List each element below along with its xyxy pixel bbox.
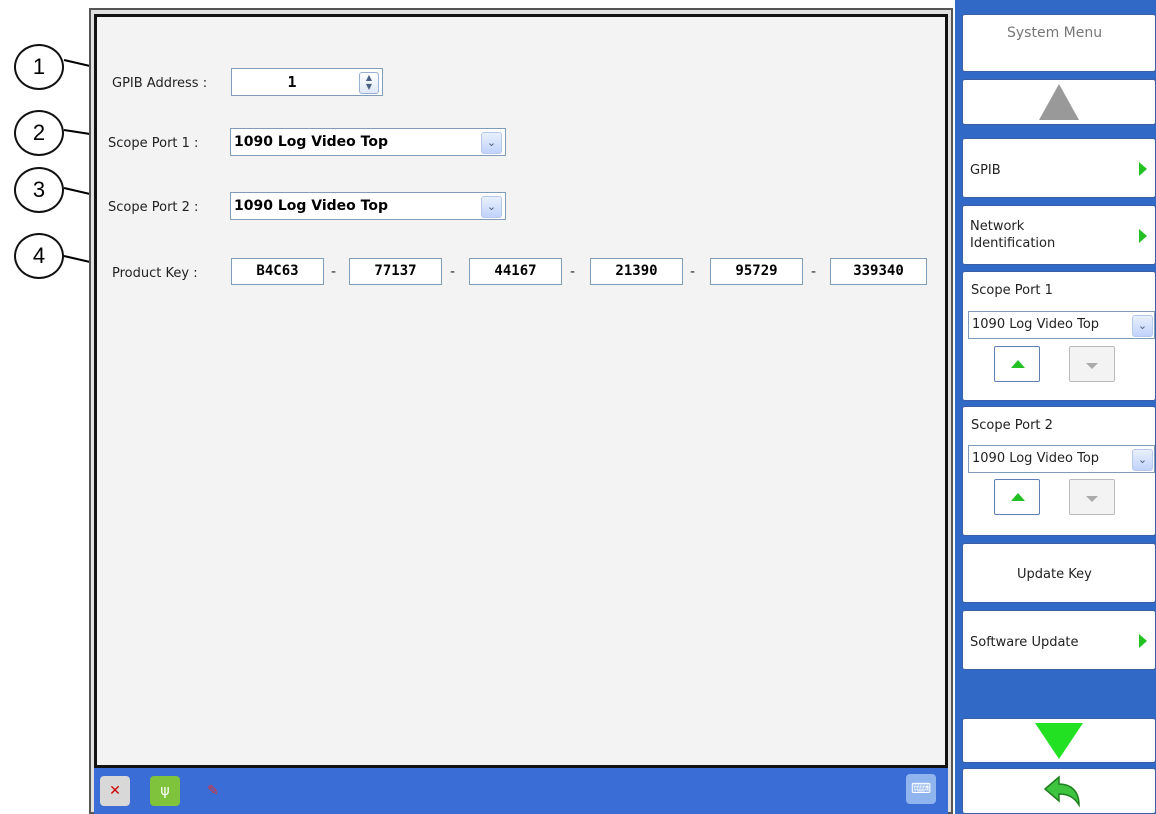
- menu-item-software-update[interactable]: Software Update: [962, 610, 1156, 670]
- up-arrow-icon: [1011, 360, 1025, 368]
- product-key-field-1[interactable]: B4C63: [231, 258, 324, 285]
- down-arrow-icon: [1086, 363, 1098, 369]
- software-update-label: Software Update: [970, 635, 1079, 650]
- back-button[interactable]: [962, 768, 1156, 814]
- menu-item-network-label-2: Identification: [970, 236, 1056, 251]
- scope-port-2-panel-value: 1090 Log Video Top: [972, 451, 1100, 466]
- chevron-down-icon[interactable]: ⌄: [1132, 315, 1153, 337]
- scope-port-2-up-button[interactable]: [994, 479, 1040, 515]
- up-arrow-icon: [1039, 84, 1079, 120]
- keyboard-icon[interactable]: ⌨: [906, 774, 936, 804]
- usb-icon[interactable]: ψ: [150, 776, 180, 806]
- scope-port-1-label: Scope Port 1 :: [108, 136, 199, 151]
- scope-port-1-panel-value: 1090 Log Video Top: [972, 317, 1100, 332]
- product-key-field-3[interactable]: 44167: [469, 258, 562, 285]
- submenu-arrow-icon: [1139, 162, 1147, 176]
- update-key-button[interactable]: Update Key: [962, 543, 1156, 603]
- product-key-field-2[interactable]: 77137: [349, 258, 442, 285]
- menu-item-network-label-1: Network: [970, 219, 1025, 234]
- down-arrow-icon: [1086, 496, 1098, 502]
- back-arrow-icon: [1043, 775, 1080, 808]
- key-separator: -: [331, 264, 337, 280]
- scope-port-2-panel: Scope Port 2 1090 Log Video Top ⌄: [962, 406, 1156, 536]
- key-separator: -: [570, 264, 576, 280]
- scope-port-1-up-button[interactable]: [994, 346, 1040, 382]
- system-menu-title: System Menu: [962, 14, 1156, 72]
- network-disconnected-icon[interactable]: ✕: [100, 776, 130, 806]
- product-key-field-6[interactable]: 339340: [830, 258, 927, 285]
- key-separator: -: [811, 264, 817, 280]
- tools-icon[interactable]: ✎: [198, 776, 228, 806]
- chevron-down-icon[interactable]: ⌄: [1132, 449, 1153, 471]
- scope-port-2-down-button[interactable]: [1069, 479, 1115, 515]
- gpib-address-value: 1: [287, 73, 297, 91]
- submenu-arrow-icon: [1139, 634, 1147, 648]
- chevron-down-icon[interactable]: ⌄: [481, 132, 502, 154]
- gpib-address-spinner[interactable]: 1 ▲ ▼: [231, 68, 383, 96]
- menu-scroll-up-button[interactable]: [962, 79, 1156, 125]
- update-key-label: Update Key: [1017, 567, 1092, 582]
- scope-port-2-panel-title: Scope Port 2: [971, 418, 1053, 433]
- menu-item-gpib-label: GPIB: [970, 163, 1001, 178]
- scope-port-2-panel-select[interactable]: 1090 Log Video Top ⌄: [968, 445, 1155, 473]
- scope-port-2-value: 1090 Log Video Top: [234, 198, 388, 214]
- chevron-down-icon[interactable]: ⌄: [481, 196, 502, 218]
- settings-content-area: [94, 14, 948, 768]
- key-separator: -: [450, 264, 456, 280]
- scope-port-2-select[interactable]: 1090 Log Video Top ⌄: [230, 192, 506, 220]
- menu-item-network-identification[interactable]: Network Identification: [962, 205, 1156, 265]
- menu-item-gpib[interactable]: GPIB: [962, 138, 1156, 198]
- gpib-address-label: GPIB Address :: [112, 76, 208, 91]
- scope-port-1-panel-select[interactable]: 1090 Log Video Top ⌄: [968, 311, 1155, 339]
- scope-port-1-value: 1090 Log Video Top: [234, 134, 388, 150]
- spin-updown-icon[interactable]: ▲ ▼: [359, 72, 379, 94]
- product-key-field-4[interactable]: 21390: [590, 258, 683, 285]
- scope-port-1-down-button[interactable]: [1069, 346, 1115, 382]
- scope-port-1-select[interactable]: 1090 Log Video Top ⌄: [230, 128, 506, 156]
- down-arrow-icon: [1035, 723, 1083, 759]
- scope-port-2-label: Scope Port 2 :: [108, 200, 199, 215]
- key-separator: -: [690, 264, 696, 280]
- product-key-label: Product Key :: [112, 266, 198, 281]
- menu-scroll-down-button[interactable]: [962, 718, 1156, 763]
- up-arrow-icon: [1011, 493, 1025, 501]
- system-menu-title-text: System Menu: [1007, 25, 1103, 41]
- submenu-arrow-icon: [1139, 229, 1147, 243]
- scope-port-1-panel-title: Scope Port 1: [971, 283, 1053, 298]
- product-key-field-5[interactable]: 95729: [710, 258, 803, 285]
- scope-port-1-panel: Scope Port 1 1090 Log Video Top ⌄: [962, 271, 1156, 401]
